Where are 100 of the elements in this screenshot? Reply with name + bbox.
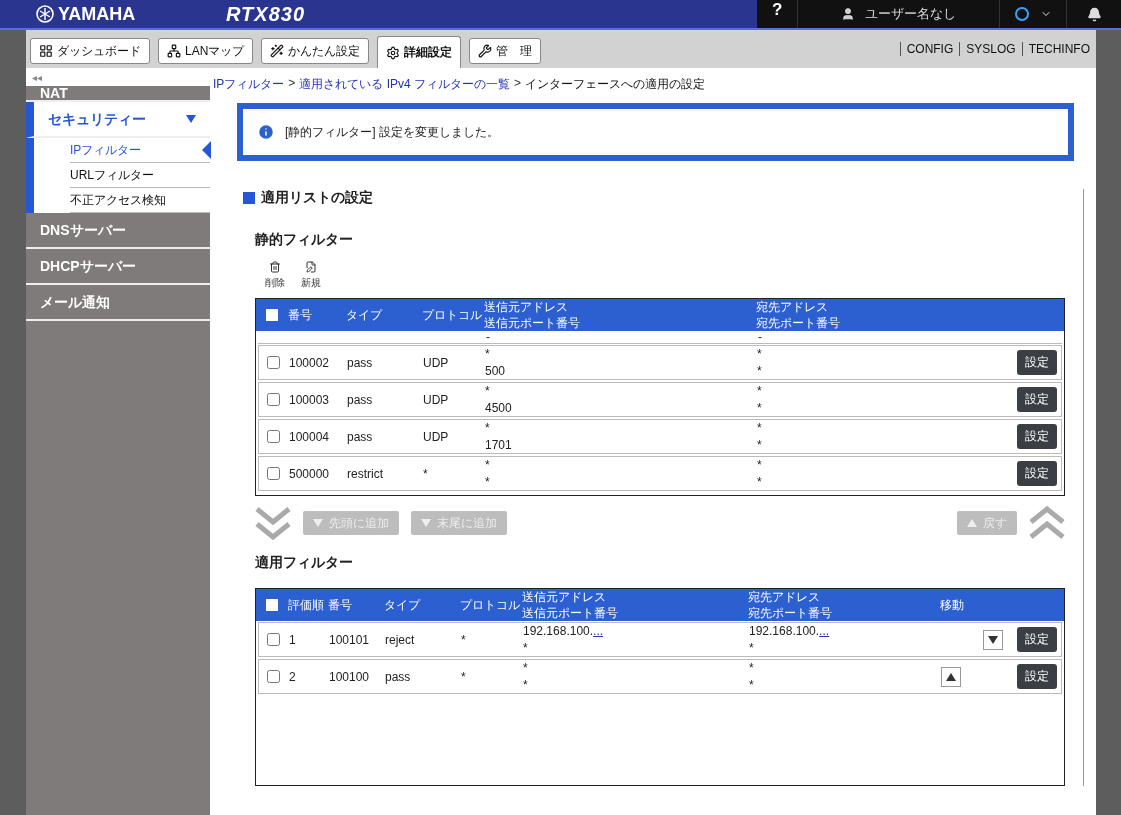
table-cell-text: - (486, 332, 491, 342)
checkbox[interactable] (267, 670, 280, 683)
table-cell-text: 100003 (289, 392, 331, 407)
sidebar-item[interactable]: NAT (26, 86, 210, 102)
table-row[interactable]: 100004 pass UDP * 1701 * * 設定 (258, 419, 1062, 454)
table-cell-text: * (461, 669, 467, 684)
more-link[interactable]: ... (819, 624, 830, 638)
column-header: 宛先ポート番号 (748, 606, 833, 620)
table-row[interactable]: 2 100100 pass * * * * * 設定 (258, 659, 1062, 694)
column-header: 宛先アドレス (756, 300, 829, 314)
table-cell-text: * (485, 458, 491, 472)
current-page-title: インターフェースへの適用の設定 (525, 76, 706, 93)
tuning-forks-logo-icon (36, 5, 54, 23)
column-header: プロトコル (422, 308, 483, 322)
column-header: プロトコル (460, 598, 521, 612)
triangle-down-icon (421, 519, 431, 527)
top-link[interactable]: SYSLOG (959, 42, 1022, 56)
checkbox[interactable] (266, 309, 278, 321)
table-cell-text: 1701 (485, 438, 513, 452)
table-cell-text: * (757, 384, 763, 398)
checkbox[interactable] (267, 467, 280, 480)
table-cell-text: 500 (485, 364, 507, 378)
checkbox[interactable] (266, 599, 278, 611)
table-cell-text: * (523, 678, 529, 692)
checkbox[interactable] (267, 356, 280, 369)
table-row[interactable]: 100002 pass UDP * 500 * * 設定 (258, 345, 1062, 380)
table-row[interactable]: 1 100101 reject * 192.168.100.... * 192.168.100.... * 設定 (258, 622, 1062, 657)
column-header: タイプ (346, 308, 384, 322)
move-down-button[interactable] (983, 629, 1003, 650)
trash-icon (269, 261, 281, 273)
table-cell-text: * (485, 347, 491, 361)
table-cell-text: pass (385, 669, 412, 684)
table-cell-text: UDP (423, 355, 450, 370)
more-link[interactable]: ... (593, 624, 604, 638)
settings-button[interactable]: 設定 (1017, 424, 1057, 449)
move-up-button[interactable] (941, 666, 961, 687)
table-row[interactable]: 500000 restrict * * * * * 設定 (258, 456, 1062, 491)
grid-icon (39, 44, 53, 58)
column-header: タイプ (384, 598, 422, 612)
double-chevron-up-icon[interactable] (1029, 506, 1065, 540)
triangle-up-icon (967, 519, 977, 527)
settings-button[interactable]: 設定 (1017, 461, 1057, 486)
checkbox[interactable] (267, 633, 280, 646)
brand-logo: YAMAHA (58, 3, 136, 25)
table-cell-text: * (749, 661, 755, 675)
table-cell-text: * (757, 475, 763, 489)
table-cell-text: restrict (347, 466, 384, 481)
column-header: 宛先ポート番号 (756, 316, 841, 330)
settings-button[interactable]: 設定 (1017, 387, 1057, 412)
bell-icon[interactable] (1086, 6, 1102, 22)
user-icon (841, 7, 856, 21)
nav-tab[interactable]: かんたん設定 (261, 38, 370, 64)
nav-tab[interactable]: 管 理 (469, 38, 542, 64)
table-cell-text: UDP (423, 429, 450, 444)
double-chevron-down-icon[interactable] (255, 506, 291, 540)
table-cell-text: 1 (289, 632, 297, 647)
column-header: 送信元ポート番号 (522, 606, 619, 620)
toolbar-button[interactable]: 新規 (301, 261, 321, 290)
table-cell-text: * (523, 641, 529, 655)
top-link[interactable]: CONFIG (899, 42, 960, 56)
info-icon (257, 123, 275, 141)
column-header: 評価順 (288, 598, 325, 612)
table-cell-text: reject (385, 632, 416, 647)
table-cell-text: * (461, 632, 467, 647)
column-header: 送信元アドレス (484, 300, 569, 314)
table-cell-text: 100100 (329, 669, 371, 684)
nav-tab[interactable]: ダッシュボード (30, 38, 150, 64)
top-link[interactable]: TECHINFO (1021, 42, 1096, 56)
collapse-button[interactable]: ◂◂ (26, 68, 210, 86)
column-header: 送信元アドレス (522, 590, 607, 604)
triangle-up-icon (946, 672, 956, 681)
breadcrumb-link[interactable]: 適用されている IPv4 フィルターの一覧 (299, 76, 511, 93)
table-cell-text: pass (347, 429, 374, 444)
table-cell-text: * (757, 421, 763, 435)
table-cell-text: * (523, 661, 529, 675)
column-header: 宛先アドレス (748, 590, 821, 604)
breadcrumb-link[interactable]: IPフィルター (213, 76, 285, 93)
table-cell-text: * (423, 466, 429, 481)
settings-button[interactable]: 設定 (1017, 664, 1057, 689)
column-header: 番号 (288, 308, 313, 322)
sidebar-item[interactable]: セキュリティー (26, 102, 210, 138)
settings-button[interactable]: 設定 (1017, 350, 1057, 375)
table-cell-text: * (485, 475, 491, 489)
nav-tab[interactable]: LANマップ (158, 38, 254, 64)
help-button[interactable]: ? (757, 0, 798, 28)
table-row[interactable]: 100003 pass UDP * 4500 * * 設定 (258, 382, 1062, 417)
triangle-down-icon (988, 635, 998, 644)
table-cell-text: * (757, 438, 763, 452)
checkbox[interactable] (267, 393, 280, 406)
checkbox[interactable] (267, 430, 280, 443)
settings-button[interactable]: 設定 (1017, 627, 1057, 652)
column-header: 番号 (328, 598, 353, 612)
table-cell-text: - (758, 332, 763, 342)
nav-tab[interactable]: 詳細設定 (377, 36, 462, 68)
table-cell-text: * (749, 641, 755, 655)
notice-text: [静的フィルター] 設定を変更しました。 (285, 123, 499, 141)
breadcrumb-separator: > (514, 76, 522, 92)
table-cell-text: * (757, 364, 763, 378)
model-name: RTX830 (226, 1, 306, 27)
toolbar-button[interactable]: 削除 (265, 261, 285, 290)
